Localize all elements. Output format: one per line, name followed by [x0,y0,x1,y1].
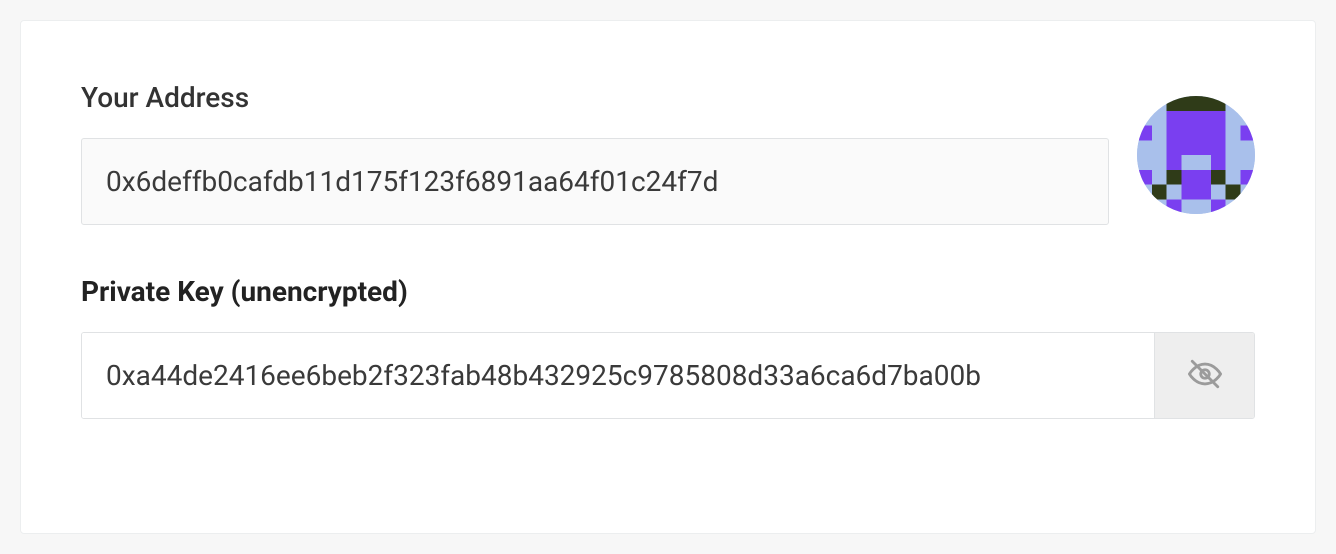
identicon-avatar [1137,96,1255,214]
address-field[interactable]: 0x6deffb0cafdb11d175f123f6891aa64f01c24f… [81,138,1109,225]
eye-off-icon [1188,357,1222,394]
toggle-visibility-button[interactable] [1154,333,1254,418]
private-key-field[interactable]: 0xa44de2416ee6beb2f323fab48b432925c97858… [82,333,1154,418]
wallet-card: Your Address 0x6deffb0cafdb11d175f123f68… [20,20,1316,534]
private-key-row: 0xa44de2416ee6beb2f323fab48b432925c97858… [81,332,1255,419]
address-row: 0x6deffb0cafdb11d175f123f6891aa64f01c24f… [81,138,1255,225]
address-section: Your Address 0x6deffb0cafdb11d175f123f68… [81,81,1255,225]
address-label: Your Address [81,81,1255,114]
private-key-label: Private Key (unencrypted) [81,275,1255,308]
private-key-section: Private Key (unencrypted) 0xa44de2416ee6… [81,275,1255,419]
